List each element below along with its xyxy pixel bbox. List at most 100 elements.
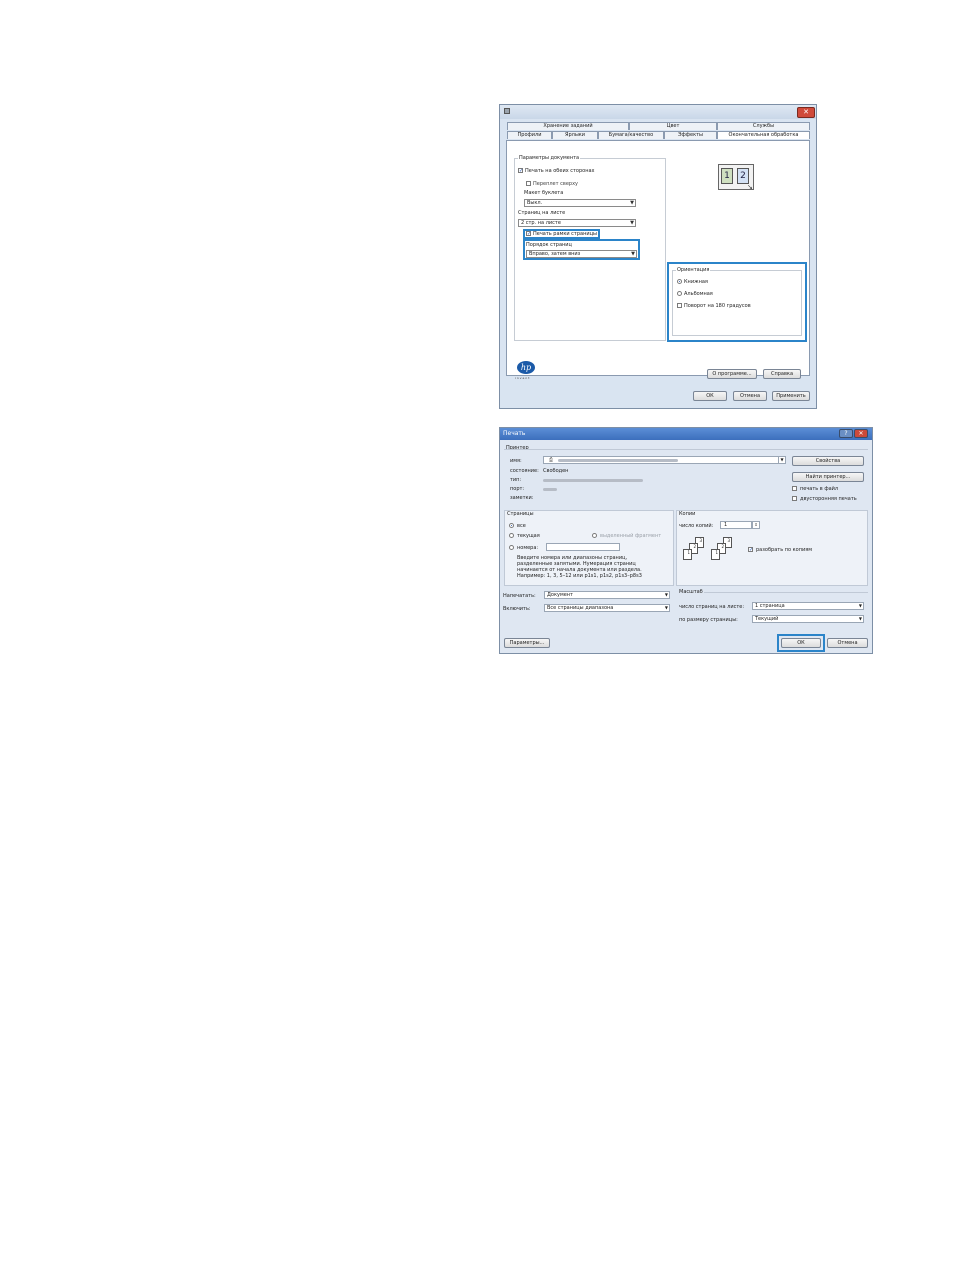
- pages-per-sheet-select[interactable]: 2 стр. на листе ▼: [518, 219, 636, 227]
- ok-button[interactable]: ОК: [781, 638, 821, 648]
- preview-page-1: 1: [721, 168, 733, 184]
- page-order-select[interactable]: Вправо, затем вниз ▼: [526, 250, 637, 258]
- ok-button[interactable]: ОК: [693, 391, 727, 401]
- print-what-value: Документ: [547, 592, 573, 598]
- pages-per-sheet-label: Страниц на листе: [518, 210, 566, 216]
- print-borders-label: Печать рамки страницы: [533, 231, 597, 237]
- print-to-file-checkbox[interactable]: [792, 486, 797, 491]
- close-button[interactable]: ✕: [854, 429, 868, 438]
- type-value-blurred: [543, 479, 643, 482]
- copies-legend: Копии: [679, 511, 696, 517]
- all-pages-radio[interactable]: [509, 523, 514, 528]
- invent-text: invent: [515, 376, 531, 380]
- print-borders-checkbox[interactable]: ✓: [526, 231, 531, 237]
- pages-per-sheet-value: 2 стр. на листе: [521, 220, 561, 226]
- page-order-value: Вправо, затем вниз: [529, 251, 581, 257]
- flip-up-label: Переплет сверху: [533, 181, 578, 187]
- selection-label: выделенный фрагмент: [600, 533, 662, 539]
- include-select[interactable]: Все страницы диапазона ▼: [544, 604, 670, 612]
- cancel-button[interactable]: Отмена: [733, 391, 767, 401]
- chevron-down-icon: ▼: [630, 220, 634, 226]
- copies-spinner[interactable]: ⇕: [752, 521, 760, 529]
- copies-label: число копий:: [679, 523, 714, 529]
- help-title-button[interactable]: ?: [839, 429, 853, 438]
- booklet-layout-select[interactable]: Выкл. ▼: [524, 199, 636, 207]
- scale-label: по размеру страницы:: [679, 617, 738, 623]
- tab-finishing[interactable]: Окончательная обработка: [717, 131, 810, 139]
- flip-up-checkbox[interactable]: [526, 181, 531, 186]
- printer-name-blurred: [558, 459, 678, 462]
- portrait-radio[interactable]: [677, 279, 682, 284]
- print-what-select[interactable]: Документ ▼: [544, 591, 670, 599]
- booklet-value: Выкл.: [527, 200, 543, 206]
- chevron-down-icon: ▼: [858, 603, 862, 608]
- portrait-label: Книжная: [684, 279, 708, 285]
- finishing-panel: Параметры документа ✓ Печать на обеих ст…: [506, 140, 810, 376]
- tab-job-storage[interactable]: Хранение заданий: [507, 122, 629, 130]
- rotate-label: Поворот на 180 градусов: [684, 303, 751, 309]
- manual-duplex-label: двусторонняя печать: [800, 496, 857, 502]
- rotate-checkbox[interactable]: [677, 303, 682, 308]
- collate-stack-icon: 3 2 1: [709, 537, 735, 567]
- properties-button[interactable]: Свойства: [792, 456, 864, 466]
- landscape-label: Альбомная: [684, 291, 713, 297]
- page-numbers-input[interactable]: [546, 543, 620, 551]
- landscape-radio[interactable]: [677, 291, 682, 296]
- tab-effects[interactable]: Эффекты: [664, 131, 717, 139]
- dialog-title: Печать: [503, 430, 526, 437]
- current-page-radio[interactable]: [509, 533, 514, 538]
- find-printer-button[interactable]: Найти принтер...: [792, 472, 864, 482]
- chevron-down-icon[interactable]: ▼: [778, 456, 786, 464]
- duplex-checkbox[interactable]: ✓: [518, 168, 523, 174]
- layout-preview-icon: 1 2 ↘: [718, 164, 756, 194]
- chevron-down-icon: ▼: [630, 200, 634, 206]
- booklet-layout-label: Макет буклета: [524, 190, 564, 196]
- close-button[interactable]: ✕: [797, 107, 815, 118]
- dialog-titlebar: ✕: [500, 105, 816, 119]
- zoom-legend: Масштаб: [679, 589, 703, 595]
- page-numbers-radio[interactable]: [509, 545, 514, 550]
- options-button[interactable]: Параметры...: [504, 638, 550, 648]
- copies-input[interactable]: 1: [720, 521, 752, 529]
- print-dialog: Печать ? ✕ Принтер имя: ⎙ ▼ состояние: С…: [499, 427, 873, 654]
- zoom-pages-per-sheet-select[interactable]: 1 страница ▼: [752, 602, 864, 610]
- selection-radio[interactable]: [592, 533, 597, 538]
- page-order-label: Порядок страниц: [526, 242, 572, 248]
- collate-checkbox[interactable]: ✓: [748, 547, 753, 553]
- tab-shortcuts[interactable]: Ярлыки: [552, 131, 598, 139]
- arrow-icon: ↘: [747, 183, 753, 191]
- collate-label: разобрать по копиям: [756, 547, 813, 553]
- document-options-legend: Параметры документа: [518, 155, 581, 161]
- scale-select[interactable]: Текущий ▼: [752, 615, 864, 623]
- copies-value: 1: [724, 522, 728, 528]
- port-label: порт:: [510, 486, 525, 492]
- printer-name-select[interactable]: ⎙: [543, 456, 786, 464]
- tab-paper-quality[interactable]: Бумага/качество: [598, 131, 664, 139]
- print-what-label: Напечатать:: [503, 593, 536, 599]
- zoom-pages-per-sheet-label: число страниц на листе:: [679, 604, 744, 610]
- cancel-button[interactable]: Отмена: [827, 638, 868, 648]
- help-button[interactable]: Справка: [763, 369, 801, 379]
- about-button[interactable]: О программе...: [707, 369, 757, 379]
- printer-icon: ⎙: [549, 457, 554, 463]
- dialog-titlebar: Печать ? ✕: [500, 428, 872, 440]
- printer-properties-dialog: ✕ Хранение заданий Цвет Службы Профили Я…: [499, 104, 817, 409]
- port-value-blurred: [543, 488, 557, 491]
- collate-stack-icon: 3 2 1: [681, 537, 707, 567]
- preview-page-2: 2: [737, 168, 749, 184]
- duplex-label: Печать на обеих сторонах: [525, 168, 595, 174]
- status-label: состояние:: [510, 468, 539, 474]
- printer-icon: [504, 108, 510, 114]
- apply-button[interactable]: Применить: [772, 391, 810, 401]
- tab-services[interactable]: Службы: [717, 122, 810, 130]
- chevron-down-icon: ▼: [664, 605, 668, 610]
- status-value: Свободен: [543, 468, 569, 474]
- collate-page: 1: [711, 549, 720, 560]
- manual-duplex-checkbox[interactable]: [792, 496, 797, 501]
- type-label: тип:: [510, 477, 522, 483]
- chevron-down-icon: ▼: [664, 592, 668, 597]
- collate-page: 1: [683, 549, 692, 560]
- current-page-label: текущая: [517, 533, 540, 539]
- tab-color[interactable]: Цвет: [629, 122, 717, 130]
- tab-profiles[interactable]: Профили: [507, 131, 552, 139]
